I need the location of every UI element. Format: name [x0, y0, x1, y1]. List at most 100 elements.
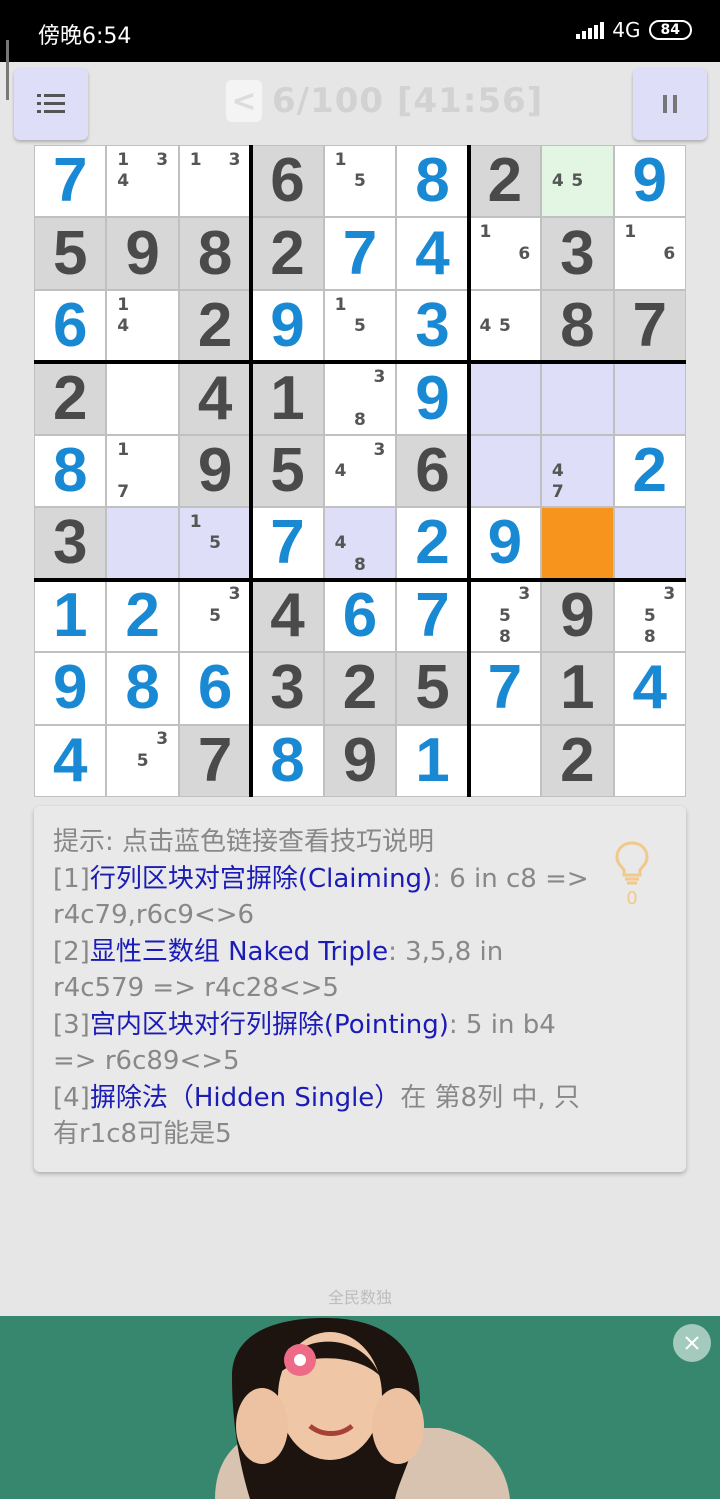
- sudoku-cell-r9c1[interactable]: 4: [35, 725, 106, 796]
- sudoku-cell-r9c7[interactable]: [469, 725, 541, 796]
- sudoku-cell-r6c9[interactable]: [614, 508, 685, 579]
- sudoku-cell-r6c2[interactable]: [107, 508, 178, 579]
- sudoku-cell-r7c3[interactable]: 35: [179, 580, 251, 652]
- sudoku-cell-r6c4[interactable]: 7: [252, 508, 323, 579]
- sudoku-cell-r9c5[interactable]: 9: [324, 725, 396, 796]
- sudoku-cell-r5c1[interactable]: 8: [35, 435, 106, 507]
- sudoku-cell-r6c8[interactable]: [542, 508, 613, 579]
- sudoku-cell-r6c1[interactable]: 3: [35, 508, 106, 579]
- sudoku-cell-r8c8[interactable]: 1: [542, 653, 613, 724]
- sudoku-cell-r3c5[interactable]: 15: [324, 290, 396, 362]
- sudoku-cell-r3c8[interactable]: 8: [542, 290, 613, 362]
- sudoku-cell-r4c6[interactable]: 9: [397, 363, 468, 434]
- sudoku-cell-r5c7[interactable]: [469, 435, 541, 507]
- candidate-digit: [186, 192, 205, 213]
- battery-icon: 84: [648, 20, 692, 40]
- sudoku-cell-r8c1[interactable]: 9: [35, 653, 106, 724]
- sudoku-cell-r2c5[interactable]: 7: [324, 218, 396, 289]
- sudoku-cell-r4c2[interactable]: [107, 363, 178, 434]
- sudoku-cell-r8c7[interactable]: 7: [469, 653, 541, 724]
- hint-link-hidden-single[interactable]: 摒除法（Hidden Single）: [90, 1083, 400, 1113]
- menu-button[interactable]: [14, 68, 88, 140]
- sudoku-cell-r3c6[interactable]: 3: [397, 290, 468, 362]
- sudoku-cell-r4c3[interactable]: 4: [179, 363, 251, 434]
- sudoku-cell-r1c9[interactable]: 9: [614, 146, 685, 217]
- sudoku-cell-r7c2[interactable]: 2: [107, 580, 178, 652]
- sudoku-cell-r9c9[interactable]: [614, 725, 685, 796]
- hint-link-naked-triple[interactable]: 显性三数组 Naked Triple: [90, 937, 388, 967]
- candidate-digit: 8: [498, 627, 511, 648]
- back-button[interactable]: <: [226, 80, 262, 122]
- sudoku-cell-r9c6[interactable]: 1: [397, 725, 468, 796]
- sudoku-cell-r3c9[interactable]: 7: [614, 290, 685, 362]
- sudoku-cell-r4c7[interactable]: [469, 363, 541, 434]
- sudoku-cell-r5c2[interactable]: 17: [107, 435, 178, 507]
- candidate-digit: 4: [551, 460, 564, 481]
- sudoku-cell-r9c3[interactable]: 7: [179, 725, 251, 796]
- sudoku-cell-r7c9[interactable]: 358: [614, 580, 685, 652]
- sudoku-cell-r4c4[interactable]: 1: [252, 363, 323, 434]
- hint-link-pointing[interactable]: 宫内区块对行列摒除(Pointing): [90, 1010, 449, 1040]
- sudoku-cell-r8c9[interactable]: 4: [614, 653, 685, 724]
- pause-button[interactable]: [633, 68, 707, 140]
- sudoku-cell-r7c5[interactable]: 6: [324, 580, 396, 652]
- sudoku-cell-r3c7[interactable]: 45: [469, 290, 541, 362]
- sudoku-cell-r4c8[interactable]: [542, 363, 613, 434]
- sudoku-cell-r4c1[interactable]: 2: [35, 363, 106, 434]
- candidate-digit: 5: [354, 171, 366, 192]
- sudoku-cell-r7c1[interactable]: 1: [35, 580, 106, 652]
- sudoku-cell-r8c5[interactable]: 2: [324, 653, 396, 724]
- sudoku-cell-r9c2[interactable]: 35: [107, 725, 178, 796]
- sudoku-cell-r8c3[interactable]: 6: [179, 653, 251, 724]
- sudoku-cell-r2c9[interactable]: 16: [614, 218, 685, 289]
- sudoku-cell-r8c6[interactable]: 5: [397, 653, 468, 724]
- cell-value: 9: [270, 291, 305, 361]
- ad-banner[interactable]: [0, 1316, 720, 1499]
- sudoku-cell-r3c4[interactable]: 9: [252, 290, 323, 362]
- sudoku-cell-r1c1[interactable]: 7: [35, 146, 106, 217]
- sudoku-cell-r6c3[interactable]: 15: [179, 508, 251, 579]
- sudoku-cell-r1c6[interactable]: 8: [397, 146, 468, 217]
- sudoku-cell-r9c8[interactable]: 2: [542, 725, 613, 796]
- sudoku-cell-r5c5[interactable]: 34: [324, 435, 396, 507]
- sudoku-cell-r1c3[interactable]: 13: [179, 146, 251, 217]
- sudoku-cell-r2c4[interactable]: 2: [252, 218, 323, 289]
- hint-link-claiming[interactable]: 行列区块对宫摒除(Claiming): [90, 864, 432, 894]
- sudoku-cell-r5c9[interactable]: 2: [614, 435, 685, 507]
- sudoku-cell-r7c6[interactable]: 7: [397, 580, 468, 652]
- sudoku-cell-r3c3[interactable]: 2: [179, 290, 251, 362]
- sudoku-cell-r4c9[interactable]: [614, 363, 685, 434]
- cell-candidates: 14: [107, 291, 177, 361]
- sudoku-cell-r2c6[interactable]: 4: [397, 218, 468, 289]
- sudoku-cell-r6c7[interactable]: 9: [469, 508, 541, 579]
- sudoku-cell-r2c1[interactable]: 5: [35, 218, 106, 289]
- sudoku-cell-r8c2[interactable]: 8: [107, 653, 178, 724]
- sudoku-cell-r7c8[interactable]: 9: [542, 580, 613, 652]
- sudoku-cell-r1c5[interactable]: 15: [324, 146, 396, 217]
- sudoku-cell-r2c3[interactable]: 8: [179, 218, 251, 289]
- ad-close-button[interactable]: [673, 1324, 711, 1362]
- sudoku-cell-r5c8[interactable]: 47: [542, 435, 613, 507]
- hint-bulb-button[interactable]: 0: [612, 840, 652, 910]
- sudoku-cell-r7c4[interactable]: 4: [252, 580, 323, 652]
- candidate-digit: [186, 170, 205, 191]
- sudoku-cell-r7c7[interactable]: 358: [469, 580, 541, 652]
- sudoku-cell-r8c4[interactable]: 3: [252, 653, 323, 724]
- sudoku-cell-r1c8[interactable]: 45: [542, 146, 613, 217]
- sudoku-cell-r3c2[interactable]: 14: [107, 290, 178, 362]
- sudoku-cell-r2c2[interactable]: 9: [107, 218, 178, 289]
- sudoku-cell-r5c3[interactable]: 9: [179, 435, 251, 507]
- candidate-digit: [476, 584, 495, 605]
- sudoku-cell-r1c7[interactable]: 2: [469, 146, 541, 217]
- sudoku-cell-r1c4[interactable]: 6: [252, 146, 323, 217]
- sudoku-cell-r1c2[interactable]: 1 3 4: [107, 146, 178, 217]
- sudoku-cell-r2c8[interactable]: 3: [542, 218, 613, 289]
- sudoku-cell-r3c1[interactable]: 6: [35, 290, 106, 362]
- sudoku-cell-r5c4[interactable]: 5: [252, 435, 323, 507]
- sudoku-cell-r6c5[interactable]: 48: [324, 508, 396, 579]
- sudoku-cell-r9c4[interactable]: 8: [252, 725, 323, 796]
- sudoku-cell-r2c7[interactable]: 16: [469, 218, 541, 289]
- sudoku-cell-r6c6[interactable]: 2: [397, 508, 468, 579]
- sudoku-cell-r4c5[interactable]: 38: [324, 363, 396, 434]
- sudoku-cell-r5c6[interactable]: 6: [397, 435, 468, 507]
